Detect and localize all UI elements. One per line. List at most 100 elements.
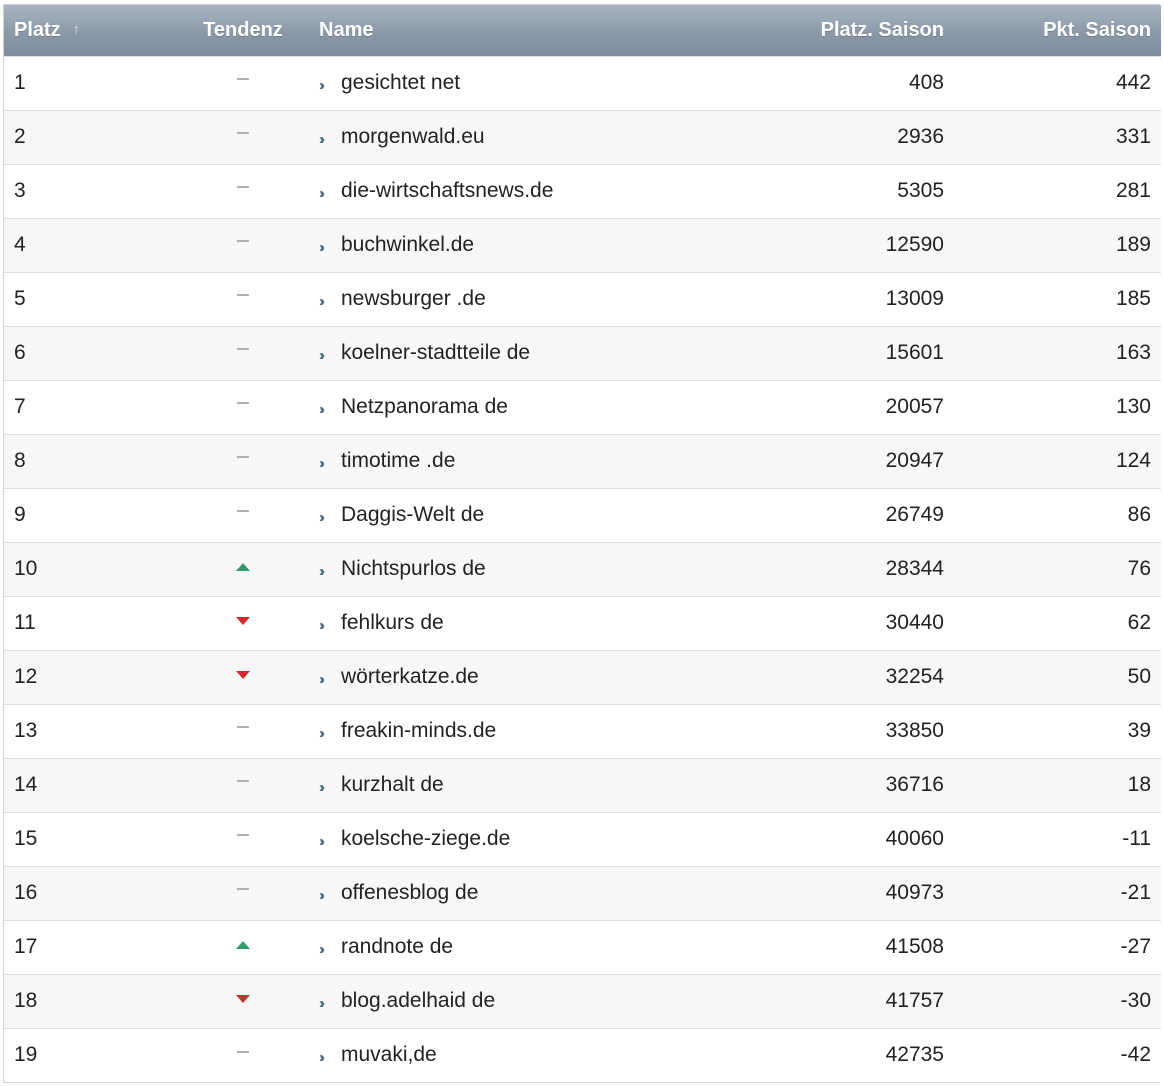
cell-pkt-saison: -21 [1120, 881, 1151, 904]
cell-tendenz [172, 272, 314, 326]
cell-tendenz [172, 650, 314, 704]
cell-pkt-saison: 76 [1127, 557, 1151, 580]
header-pkt-saison[interactable]: Pkt. Saison [954, 5, 1161, 56]
cell-name: ›› gesichtet net [314, 56, 674, 110]
cell-platz: 10 [14, 557, 38, 580]
blog-link[interactable]: koelsche-ziege.de [341, 827, 510, 850]
cell-platz: 2 [14, 125, 26, 148]
trend-unchanged-icon [237, 240, 249, 243]
cell-tendenz [172, 758, 314, 812]
cell-name: ›› wörterkatze.de [314, 650, 674, 704]
blog-link[interactable]: timotime .de [341, 449, 455, 472]
blog-link[interactable]: die-wirtschaftsnews.de [341, 179, 553, 202]
double-chevron-right-icon: ›› [319, 833, 325, 850]
cell-tendenz [172, 542, 314, 596]
blog-link[interactable]: Daggis-Welt de [341, 503, 484, 526]
cell-platz: 11 [14, 611, 36, 634]
cell-name: ›› koelner-stadtteile de [314, 326, 674, 380]
trend-down-icon [236, 671, 250, 679]
cell-pkt-saison: 130 [1115, 395, 1151, 418]
table-row: 9 ›› Daggis-Welt de 26749 86 [4, 488, 1161, 542]
cell-platz-saison: 26749 [885, 503, 944, 526]
cell-tendenz [172, 488, 314, 542]
table-row: 11 ›› fehlkurs de 30440 62 [4, 596, 1161, 650]
cell-tendenz [172, 380, 314, 434]
blog-link[interactable]: kurzhalt de [341, 773, 444, 796]
table-row: 6 ›› koelner-stadtteile de 15601 163 [4, 326, 1161, 380]
header-platz-saison[interactable]: Platz. Saison [674, 5, 954, 56]
table-row: 5 ›› newsburger .de 13009 185 [4, 272, 1161, 326]
cell-tendenz [172, 434, 314, 488]
cell-platz-saison: 41508 [885, 935, 944, 958]
cell-platz-saison: 42735 [885, 1043, 944, 1067]
blog-link[interactable]: muvaki,de [341, 1043, 437, 1066]
double-chevron-right-icon: ›› [319, 671, 325, 688]
blog-link[interactable]: freakin-minds.de [341, 719, 496, 742]
trend-unchanged-icon [237, 456, 249, 459]
trend-unchanged-icon [237, 186, 249, 189]
blog-link[interactable]: koelner-stadtteile de [341, 341, 530, 364]
cell-name: ›› buchwinkel.de [314, 218, 674, 272]
trend-unchanged-icon [237, 1050, 249, 1053]
blog-link[interactable]: Netzpanorama de [341, 395, 508, 418]
double-chevron-right-icon: ›› [319, 77, 325, 94]
cell-tendenz [172, 920, 314, 974]
blog-link[interactable]: Nichtspurlos de [341, 557, 486, 580]
header-tendenz[interactable]: Tendenz [172, 5, 314, 56]
blog-link[interactable]: gesichtet net [341, 71, 460, 94]
cell-name: ›› Nichtspurlos de [314, 542, 674, 596]
double-chevron-right-icon: ›› [319, 239, 325, 256]
cell-pkt-saison: 163 [1115, 341, 1151, 364]
cell-name: ›› freakin-minds.de [314, 704, 674, 758]
trend-up-icon [236, 563, 250, 571]
cell-name: ›› blog.adelhaid de [314, 974, 674, 1028]
double-chevron-right-icon: ›› [319, 401, 325, 418]
cell-pkt-saison: 185 [1115, 287, 1151, 310]
header-platz[interactable]: Platz ↑ [4, 5, 172, 56]
cell-platz-saison: 15601 [885, 341, 944, 364]
header-name[interactable]: Name [314, 5, 674, 56]
cell-tendenz [172, 1028, 314, 1082]
trend-unchanged-icon [237, 78, 249, 81]
cell-tendenz [172, 596, 314, 650]
double-chevron-right-icon: ›› [319, 1049, 325, 1067]
sort-ascending-icon[interactable]: ↑ [73, 21, 80, 37]
blog-link[interactable]: morgenwald.eu [341, 125, 485, 148]
blog-link[interactable]: buchwinkel.de [341, 233, 474, 256]
cell-name: ›› muvaki,de [314, 1028, 674, 1082]
cell-pkt-saison: 18 [1127, 773, 1151, 796]
cell-platz-saison: 28344 [885, 557, 944, 580]
cell-pkt-saison: 86 [1127, 503, 1151, 526]
cell-pkt-saison: 62 [1127, 611, 1151, 634]
cell-pkt-saison: 442 [1115, 71, 1151, 94]
double-chevron-right-icon: ›› [319, 293, 325, 310]
cell-platz-saison: 20057 [885, 395, 944, 418]
cell-pkt-saison: -27 [1120, 935, 1151, 958]
double-chevron-right-icon: ›› [319, 347, 325, 364]
cell-name: ›› koelsche-ziege.de [314, 812, 674, 866]
cell-name: ›› offenesblog de [314, 866, 674, 920]
table-row: 16 ›› offenesblog de 40973 -21 [4, 866, 1161, 920]
cell-name: ›› timotime .de [314, 434, 674, 488]
double-chevron-right-icon: ›› [319, 455, 325, 472]
blog-link[interactable]: fehlkurs de [341, 611, 444, 634]
blog-link[interactable]: newsburger .de [341, 287, 486, 310]
cell-tendenz [172, 164, 314, 218]
double-chevron-right-icon: ›› [319, 995, 325, 1012]
cell-platz: 4 [14, 233, 26, 256]
cell-platz-saison: 2936 [897, 125, 944, 148]
blog-link[interactable]: offenesblog de [341, 881, 478, 904]
trend-unchanged-icon [237, 834, 249, 837]
blog-link[interactable]: blog.adelhaid de [341, 989, 495, 1012]
cell-platz-saison: 41757 [885, 989, 944, 1012]
table-row: 7 ›› Netzpanorama de 20057 130 [4, 380, 1161, 434]
cell-name: ›› Daggis-Welt de [314, 488, 674, 542]
table-row: 19 ›› muvaki,de 42735 -42 [4, 1028, 1161, 1082]
blog-link[interactable]: wörterkatze.de [341, 665, 479, 688]
blog-link[interactable]: randnote de [341, 935, 453, 958]
cell-tendenz [172, 110, 314, 164]
cell-tendenz [172, 56, 314, 110]
cell-pkt-saison: -11 [1122, 827, 1151, 850]
table-row: 3 ›› die-wirtschaftsnews.de 5305 281 [4, 164, 1161, 218]
cell-platz: 12 [14, 665, 38, 688]
